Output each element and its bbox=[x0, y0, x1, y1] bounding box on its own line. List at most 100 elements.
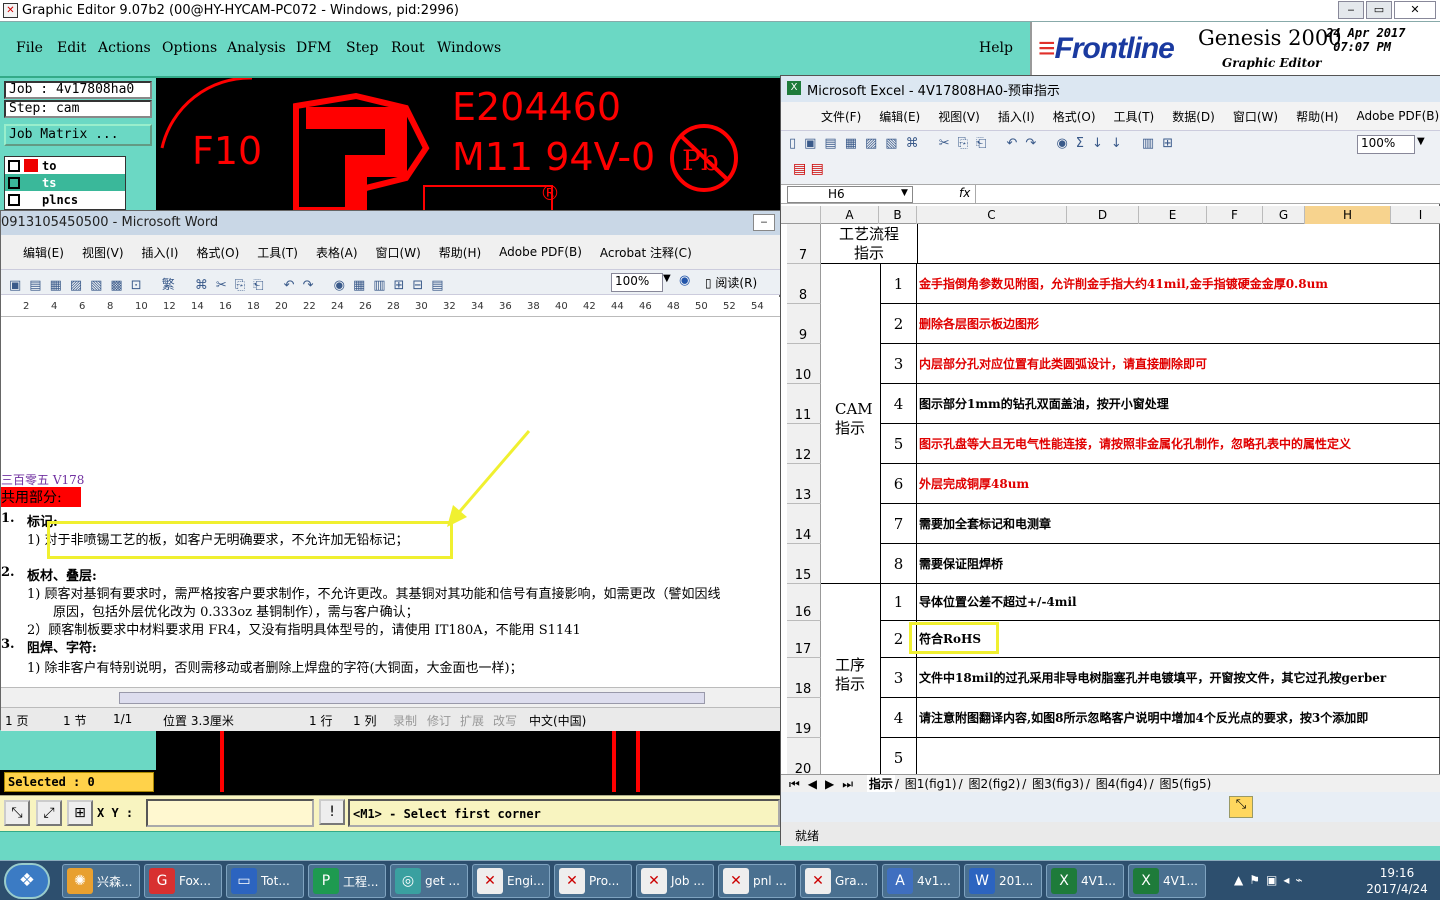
taskbar-button[interactable]: ✕ Job ... bbox=[636, 864, 714, 898]
chevron-down-icon[interactable]: ▼ bbox=[1417, 136, 1425, 147]
col-header[interactable]: A bbox=[821, 206, 879, 224]
cell-instruction[interactable]: 图示孔盘等大且无电气性能连接，请按照非金属化孔制作，忽略孔表中的属性定义 bbox=[917, 424, 1440, 464]
cell-index[interactable]: 7 bbox=[881, 504, 917, 544]
word-title-bar[interactable]: 0913105450500 - Microsoft Word ‒ bbox=[1, 211, 781, 235]
word-document[interactable]: 三百零五 V178 共用部分: 1. 标记: 1) 对于非喷锡工艺的板，如客户无… bbox=[1, 317, 781, 687]
taskbar-button[interactable]: P 工程... bbox=[308, 864, 386, 898]
word-menu-window[interactable]: 窗口(W) bbox=[376, 244, 421, 261]
graphic-canvas-lower[interactable] bbox=[156, 730, 780, 795]
row-header[interactable]: 18 bbox=[787, 658, 821, 698]
taskbar-button[interactable]: ▭ Tot... bbox=[226, 864, 304, 898]
chart-icon[interactable]: ⤡ bbox=[1229, 796, 1253, 818]
sheet-tab[interactable]: 图4(fig4) bbox=[1094, 775, 1150, 792]
cell-instruction[interactable]: 文件中18mil的过孔采用非导电树脂塞孔并电镀填平，开窗按文件，其它过孔按ger… bbox=[917, 658, 1440, 698]
cell-blank[interactable] bbox=[917, 224, 1440, 264]
zoom-box-icon[interactable]: ⤡ bbox=[4, 800, 30, 826]
word-menu-edit[interactable]: 编辑(E) bbox=[23, 244, 64, 261]
row-header[interactable]: 9 bbox=[787, 304, 821, 344]
row-header[interactable]: 8 bbox=[787, 264, 821, 304]
xy-input[interactable] bbox=[146, 799, 314, 827]
menu-edit[interactable]: Edit bbox=[57, 40, 86, 56]
row-header[interactable]: 10 bbox=[787, 344, 821, 384]
xl-menu-insert[interactable]: 插入(I) bbox=[998, 108, 1035, 125]
col-header[interactable]: F bbox=[1207, 206, 1263, 224]
excel-title-bar[interactable]: X Microsoft Excel - 4V17808HA0-预审指示 bbox=[781, 76, 1440, 102]
xl-menu-window[interactable]: 窗口(W) bbox=[1233, 108, 1278, 125]
cell-index[interactable]: 1 bbox=[881, 584, 917, 621]
menu-dfm[interactable]: DFM bbox=[296, 40, 331, 56]
word-menu-insert[interactable]: 插入(I) bbox=[142, 244, 179, 261]
word-menu-format[interactable]: 格式(O) bbox=[196, 244, 239, 261]
word-menu-acrobat[interactable]: Acrobat 注释(C) bbox=[600, 244, 692, 261]
xl-menu-file[interactable]: 文件(F) bbox=[821, 108, 861, 125]
taskbar-button[interactable]: G Fox... bbox=[144, 864, 222, 898]
taskbar-button[interactable]: X 4V1... bbox=[1128, 864, 1206, 898]
checkbox-icon[interactable] bbox=[8, 176, 20, 189]
sheet-grid[interactable]: 7 8 1 金手指倒角参数见附图，允许削金手指大约41mil,金手指镀硬金金厚0.8u… bbox=[781, 224, 1440, 774]
word-minimize-button[interactable]: ‒ bbox=[753, 214, 775, 231]
menu-actions[interactable]: Actions bbox=[98, 40, 151, 56]
col-header[interactable]: E bbox=[1139, 206, 1207, 224]
col-header[interactable]: G bbox=[1263, 206, 1305, 224]
sheet-tab[interactable]: 图3(fig3) bbox=[1030, 775, 1086, 792]
row-header[interactable]: 7 bbox=[787, 224, 821, 264]
cell-instruction[interactable]: 请注意附图翻译内容,如图8所示忽略客户说明中增加4个反光点的要求，按3个添加即 bbox=[917, 698, 1440, 738]
layer-row[interactable]: ts bbox=[5, 174, 125, 191]
clock[interactable]: 19:16 2017/4/24 bbox=[1362, 865, 1432, 897]
row-header[interactable]: 12 bbox=[787, 424, 821, 464]
col-header[interactable]: C bbox=[917, 206, 1067, 224]
sheet-nav-icons[interactable]: ⏮◀▶⏭ bbox=[781, 777, 863, 792]
taskbar-button[interactable]: ✕ Pro... bbox=[554, 864, 632, 898]
taskbar-button[interactable]: A 4v1... bbox=[882, 864, 960, 898]
row-header[interactable]: 11 bbox=[787, 384, 821, 424]
chevron-down-icon[interactable]: ▼ bbox=[663, 273, 671, 284]
checkbox-icon[interactable] bbox=[8, 193, 20, 206]
cell-index[interactable]: 5 bbox=[881, 738, 917, 774]
sheet-tab[interactable]: 图2(fig2) bbox=[966, 775, 1022, 792]
menu-analysis[interactable]: Analysis bbox=[227, 40, 286, 56]
job-matrix-button[interactable]: Job Matrix ... bbox=[4, 124, 152, 146]
row-header[interactable]: 17 bbox=[787, 621, 821, 658]
genesis-title-bar[interactable]: ✕ Graphic Editor 9.07b2 (00@HY-HYCAM-PC0… bbox=[0, 0, 1440, 22]
cell-instruction[interactable]: 需要保证阻焊桥 bbox=[917, 544, 1440, 584]
xl-menu-edit[interactable]: 编辑(E) bbox=[879, 108, 920, 125]
cell-instruction[interactable]: 金手指倒角参数见附图，允许削金手指大约41mil,金手指镀硬金金厚0.8um bbox=[917, 264, 1440, 304]
measure-icon[interactable]: ⤢ bbox=[36, 800, 62, 826]
toolbar-icons[interactable]: ▣▤▦▨▧▩⊡ 繁 ⌘✂⎘⎗ ↶↷ ◉▦▥⊞⊟▤ bbox=[9, 274, 452, 293]
maximize-button[interactable]: ▭ bbox=[1366, 1, 1392, 19]
cell-instruction[interactable]: 外层完成铜厚48um bbox=[917, 464, 1440, 504]
word-menu-help[interactable]: 帮助(H) bbox=[439, 244, 481, 261]
row-header[interactable]: 16 bbox=[787, 584, 821, 621]
row-header[interactable]: 19 bbox=[787, 698, 821, 738]
cell-instruction[interactable]: 内层部分孔对应位置有此类圆弧设计，请直接删除即可 bbox=[917, 344, 1440, 384]
close-button[interactable]: ✕ bbox=[1394, 1, 1436, 19]
xl-menu-adobe[interactable]: Adobe PDF(B) bbox=[1356, 109, 1439, 123]
taskbar-button[interactable]: ✕ Engi... bbox=[472, 864, 550, 898]
minimize-button[interactable]: ‒ bbox=[1338, 1, 1364, 19]
word-menu-tools[interactable]: 工具(T) bbox=[257, 244, 298, 261]
word-menu-adobe[interactable]: Adobe PDF(B) bbox=[499, 245, 582, 259]
taskbar-button[interactable]: ◎ get ... bbox=[390, 864, 468, 898]
row-header[interactable]: 15 bbox=[787, 544, 821, 584]
xl-menu-format[interactable]: 格式(O) bbox=[1053, 108, 1096, 125]
taskbar-button[interactable]: ✕ pnl ... bbox=[718, 864, 796, 898]
word-menu-view[interactable]: 视图(V) bbox=[82, 244, 124, 261]
xl-menu-data[interactable]: 数据(D) bbox=[1172, 108, 1215, 125]
layer-row[interactable]: to bbox=[5, 157, 125, 174]
col-header[interactable]: H bbox=[1305, 206, 1391, 224]
cell-index[interactable]: 4 bbox=[881, 384, 917, 424]
menu-rout[interactable]: Rout bbox=[391, 40, 425, 56]
taskbar-button[interactable]: ✕ Gra... bbox=[800, 864, 878, 898]
formula-input[interactable] bbox=[975, 185, 1440, 203]
menu-windows[interactable]: Windows bbox=[437, 40, 501, 56]
graphic-canvas[interactable]: F10 E204460 M11 94V-0 ® Pb bbox=[156, 78, 780, 210]
cell-index[interactable]: 2 bbox=[881, 304, 917, 344]
cell-index[interactable]: 6 bbox=[881, 464, 917, 504]
sheet-tab[interactable]: 图5(fig5) bbox=[1157, 775, 1213, 792]
checkbox-icon[interactable] bbox=[8, 159, 20, 172]
row-header[interactable]: 14 bbox=[787, 504, 821, 544]
grid-icon[interactable]: ⊞ bbox=[67, 800, 93, 826]
taskbar-button[interactable]: ✺ 兴森... bbox=[62, 864, 140, 898]
col-header[interactable]: I bbox=[1391, 206, 1440, 224]
cell-index[interactable]: 4 bbox=[881, 698, 917, 738]
